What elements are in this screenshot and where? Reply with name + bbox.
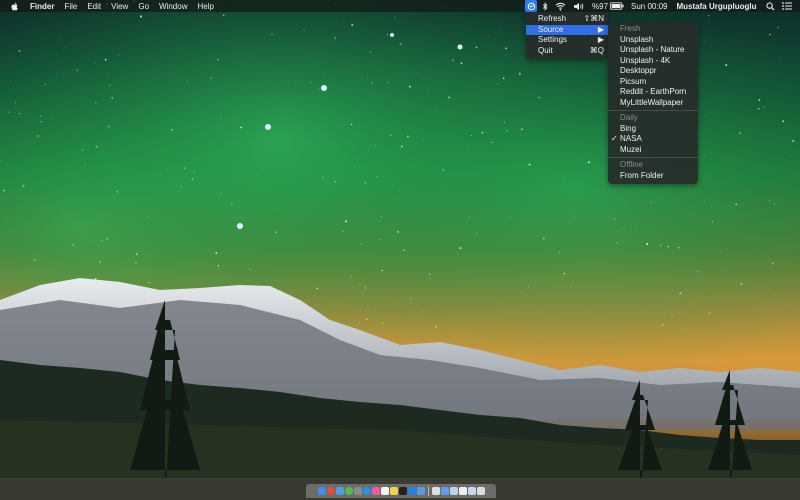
checkmark-icon: ✓	[611, 134, 618, 143]
trash-icon[interactable]	[476, 487, 485, 495]
dock-separator	[427, 486, 429, 496]
section-header-offline: Offline	[620, 160, 643, 169]
menu-item-quit[interactable]: Quit ⌘Q	[526, 46, 608, 57]
mail-icon[interactable]	[335, 487, 344, 495]
source-item-mylittlewallpaper[interactable]: MyLittleWallpaper	[608, 98, 698, 109]
menu-separator	[608, 157, 698, 158]
menu-file[interactable]: File	[64, 2, 77, 11]
menu-item-label: Settings	[538, 35, 567, 44]
finder-icon[interactable]	[317, 487, 326, 495]
battery-percent[interactable]: %97	[592, 2, 608, 11]
downloads-icon[interactable]	[467, 487, 476, 495]
menu-item-settings[interactable]: Settings ▶	[526, 35, 608, 46]
menu-edit[interactable]: Edit	[87, 2, 101, 11]
app-name-finder[interactable]: Finder	[30, 2, 54, 11]
menu-item-label: Refresh	[538, 14, 567, 23]
source-item-muzei[interactable]: Muzei	[608, 145, 698, 156]
menu-separator	[608, 110, 698, 111]
app-store-icon[interactable]	[407, 487, 416, 495]
section-header-fresh: Fresh	[620, 24, 641, 33]
section-header-daily: Daily	[620, 113, 638, 122]
source-submenu: Fresh Unsplash Unsplash - Nature Unsplas…	[608, 22, 698, 184]
menu-view[interactable]: View	[111, 2, 128, 11]
terminal-icon[interactable]	[398, 487, 407, 495]
chrome-icon[interactable]	[326, 487, 335, 495]
menu-help[interactable]: Help	[197, 2, 213, 11]
source-item-picsum[interactable]: Picsum	[608, 77, 698, 88]
source-item-from-folder[interactable]: From Folder	[608, 171, 698, 182]
spotlight-search-icon[interactable]	[765, 0, 775, 12]
submenu-arrow-icon: ▶	[597, 24, 604, 34]
wifi-icon[interactable]	[555, 0, 566, 12]
menu-go[interactable]: Go	[138, 2, 149, 11]
notes-icon[interactable]	[389, 487, 398, 495]
apple-logo-icon[interactable]	[10, 0, 20, 12]
menu-item-source[interactable]: Source ▶	[526, 24, 608, 35]
source-item-bing[interactable]: Bing	[608, 124, 698, 135]
source-item-unsplash[interactable]: Unsplash	[608, 35, 698, 46]
battery-icon[interactable]	[610, 0, 624, 12]
menu-item-label: NASA	[620, 134, 642, 143]
menu-bar-status: %97 Sun 00:09 Mustafa Urgupluoglu	[525, 0, 799, 12]
submenu-arrow-icon: ▶	[597, 35, 604, 44]
mail-attachments-icon[interactable]	[449, 487, 458, 495]
menu-item-refresh[interactable]: Refresh ⇧⌘N	[526, 14, 608, 25]
shortcut-label: ⌘Q	[589, 45, 604, 55]
source-item-nasa[interactable]: ✓ NASA	[608, 134, 698, 145]
photos-icon[interactable]	[353, 487, 362, 495]
menu-item-label: Quit	[538, 45, 553, 55]
clock[interactable]: Sun 00:09	[631, 2, 667, 11]
menu-bar-left: Finder File Edit View Go Window Help	[0, 0, 224, 12]
bluetooth-icon[interactable]	[542, 0, 548, 12]
documents-icon[interactable]	[458, 487, 467, 495]
messages-icon[interactable]	[344, 487, 353, 495]
shortcut-label: ⇧⌘N	[583, 14, 604, 23]
source-item-unsplash-4k[interactable]: Unsplash - 4K	[608, 56, 698, 67]
safari-icon[interactable]	[362, 487, 371, 495]
menu-item-label: Source	[538, 24, 564, 34]
notification-center-icon[interactable]	[781, 0, 792, 12]
preview-icon[interactable]	[431, 487, 440, 495]
source-item-desktoppr[interactable]: Desktoppr	[608, 66, 698, 77]
folder-icon[interactable]	[440, 487, 449, 495]
volume-icon[interactable]	[573, 0, 585, 12]
wallpaper-app-icon[interactable]	[525, 0, 537, 12]
menu-window[interactable]: Window	[159, 2, 187, 11]
xcode-icon[interactable]	[416, 487, 425, 495]
source-item-reddit-earthporn[interactable]: Reddit - EarthPorn	[608, 87, 698, 98]
source-item-unsplash-nature[interactable]: Unsplash - Nature	[608, 45, 698, 56]
menu-bar: Finder File Edit View Go Window Help %97…	[0, 0, 800, 12]
dock	[306, 484, 496, 498]
app-dropdown-menu: Refresh ⇧⌘N Source ▶ Settings ▶ Quit ⌘Q	[526, 12, 608, 59]
itunes-icon[interactable]	[371, 487, 380, 495]
calendar-icon[interactable]	[380, 487, 389, 495]
user-name[interactable]: Mustafa Urgupluoglu	[677, 2, 757, 11]
